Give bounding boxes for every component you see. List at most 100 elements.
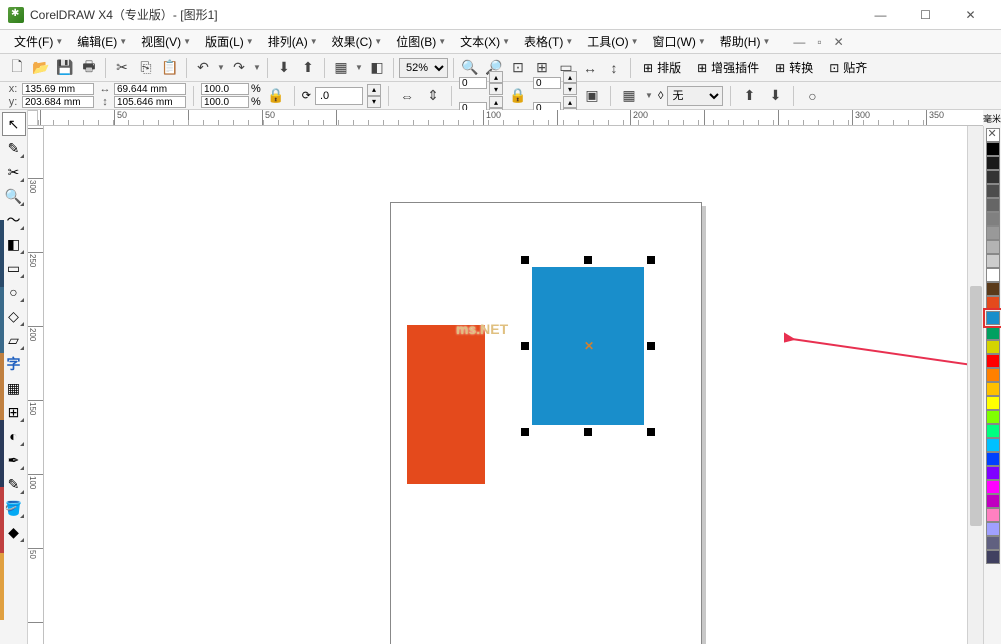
selection-center[interactable]: ✕: [584, 341, 594, 351]
ellipse-tool[interactable]: ○: [2, 280, 26, 304]
menu-text[interactable]: 文本(X)▼: [454, 31, 516, 52]
rotation-up[interactable]: ▴: [367, 84, 381, 96]
menu-help[interactable]: 帮助(H)▼: [714, 31, 777, 52]
swatch-5[interactable]: [986, 198, 1000, 212]
interactive-fill-tool[interactable]: ◆: [2, 520, 26, 544]
swatch-17[interactable]: [986, 368, 1000, 382]
handle-bl[interactable]: [521, 428, 529, 436]
enhance-plugin-button[interactable]: ⊞ 增强插件: [690, 57, 766, 79]
pick-tool[interactable]: ↖: [2, 112, 26, 136]
swatch-10[interactable]: [986, 268, 1000, 282]
swatch-27[interactable]: [986, 508, 1000, 522]
zoom-width-button[interactable]: ↔: [579, 57, 601, 79]
rotation-input[interactable]: [315, 87, 363, 105]
swatch-29[interactable]: [986, 536, 1000, 550]
basic-shapes-tool[interactable]: ▱: [2, 328, 26, 352]
swatch-8[interactable]: [986, 240, 1000, 254]
swatch-15[interactable]: [986, 340, 1000, 354]
menu-window[interactable]: 窗口(W)▼: [647, 31, 712, 52]
undo-dropdown[interactable]: ▼: [216, 63, 226, 72]
canvas[interactable]: ms.NET ✕: [44, 126, 967, 644]
handle-tm[interactable]: [584, 256, 592, 264]
to-front-button[interactable]: ⬆: [738, 85, 760, 107]
swatch-25[interactable]: [986, 480, 1000, 494]
mirror-h-button[interactable]: ⇔: [396, 85, 418, 107]
export-button[interactable]: ⬆: [297, 57, 319, 79]
corner-tr-input[interactable]: [533, 77, 561, 89]
freehand-tool[interactable]: ～: [2, 208, 26, 232]
handle-mr[interactable]: [647, 342, 655, 350]
undo-button[interactable]: ↶: [192, 57, 214, 79]
menu-edit[interactable]: 编辑(E)▼: [71, 31, 133, 52]
menu-tools[interactable]: 工具(O)▼: [581, 31, 644, 52]
corner-style-button[interactable]: ▣: [581, 85, 603, 107]
zoom-height-button[interactable]: ↕: [603, 57, 625, 79]
minimize-button[interactable]: —: [858, 1, 903, 29]
swatch-7[interactable]: [986, 226, 1000, 240]
swatch-20[interactable]: [986, 410, 1000, 424]
scale-x-input[interactable]: [201, 83, 249, 95]
maximize-button[interactable]: ☐: [903, 1, 948, 29]
swatch-24[interactable]: [986, 466, 1000, 480]
dimension-tool[interactable]: ⊞: [2, 400, 26, 424]
scroll-thumb[interactable]: [970, 286, 982, 526]
swatch-21[interactable]: [986, 424, 1000, 438]
to-back-button[interactable]: ⬇: [764, 85, 786, 107]
swatch-22[interactable]: [986, 438, 1000, 452]
polygon-tool[interactable]: ◇: [2, 304, 26, 328]
handle-tl[interactable]: [521, 256, 529, 264]
swatch-4[interactable]: [986, 184, 1000, 198]
redo-dropdown[interactable]: ▼: [252, 63, 262, 72]
open-button[interactable]: 📂: [30, 57, 52, 79]
corner-lock-button[interactable]: 🔒: [507, 85, 529, 107]
print-button[interactable]: 🖶: [78, 57, 100, 79]
rectangle-tool[interactable]: ▭: [2, 256, 26, 280]
table-tool[interactable]: ▦: [2, 376, 26, 400]
swatch-19[interactable]: [986, 396, 1000, 410]
swatch-23[interactable]: [986, 452, 1000, 466]
swatch-16[interactable]: [986, 354, 1000, 368]
swatch-2[interactable]: [986, 156, 1000, 170]
menu-layout[interactable]: 版面(L)▼: [199, 31, 260, 52]
doc-close-button[interactable]: ✕: [831, 35, 847, 49]
swatch-13[interactable]: [986, 311, 1000, 325]
menu-table[interactable]: 表格(T)▼: [518, 31, 579, 52]
swatch-28[interactable]: [986, 522, 1000, 536]
vertical-ruler[interactable]: 30025020015010050: [28, 126, 44, 644]
menu-arrange[interactable]: 排列(A)▼: [262, 31, 324, 52]
swatch-3[interactable]: [986, 170, 1000, 184]
app-launcher-button[interactable]: ▦: [330, 57, 352, 79]
swatch-9[interactable]: [986, 254, 1000, 268]
ruler-origin[interactable]: [28, 110, 38, 126]
handle-bm[interactable]: [584, 428, 592, 436]
swatch-6[interactable]: [986, 212, 1000, 226]
layout-button[interactable]: ⊞ 排版: [636, 57, 688, 79]
save-button[interactable]: 💾: [54, 57, 76, 79]
wrap-text-button[interactable]: ▦: [618, 85, 640, 107]
swatch-14[interactable]: [986, 326, 1000, 340]
handle-ml[interactable]: [521, 342, 529, 350]
swatch-11[interactable]: [986, 282, 1000, 296]
orange-rectangle[interactable]: [407, 325, 485, 484]
shape-tool[interactable]: ✎: [2, 136, 26, 160]
swatch-0[interactable]: [986, 128, 1000, 142]
horizontal-ruler[interactable]: 5050100200300350: [38, 110, 983, 126]
height-input[interactable]: [114, 96, 186, 108]
zoom-select[interactable]: 52%: [399, 58, 448, 78]
text-tool[interactable]: 字: [2, 352, 26, 376]
welcome-button[interactable]: ◧: [366, 57, 388, 79]
menu-effects[interactable]: 效果(C)▼: [326, 31, 389, 52]
snap-button[interactable]: ⊡ 贴齐: [822, 57, 874, 79]
width-input[interactable]: [114, 83, 186, 95]
doc-restore-button[interactable]: ▫: [814, 35, 824, 49]
corner-tl-input[interactable]: [459, 77, 487, 89]
handle-br[interactable]: [647, 428, 655, 436]
zoom-selection-button[interactable]: ⊡: [507, 57, 529, 79]
lock-ratio-button[interactable]: 🔒: [265, 85, 287, 107]
new-button[interactable]: 🗋: [6, 57, 28, 79]
y-position-input[interactable]: [22, 96, 94, 108]
handle-tr[interactable]: [647, 256, 655, 264]
swatch-30[interactable]: [986, 550, 1000, 564]
eyedropper-tool[interactable]: ✒: [2, 448, 26, 472]
crop-tool[interactable]: ✂: [2, 160, 26, 184]
